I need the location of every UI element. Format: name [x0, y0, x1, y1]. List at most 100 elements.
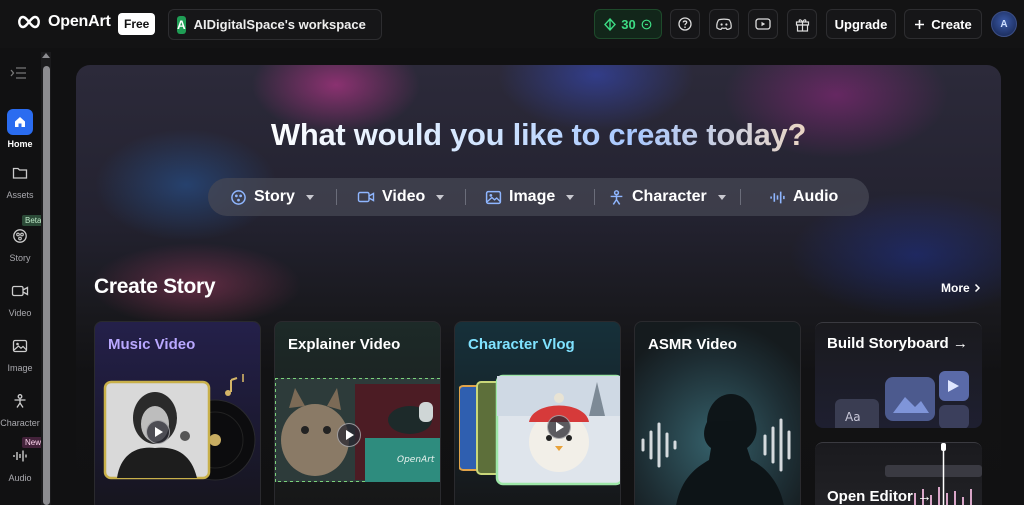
image-icon: [7, 333, 33, 359]
creation-type-bar: Story Video Image Character Audio: [208, 178, 869, 216]
story-card-asmr-video[interactable]: ASMR Video: [634, 321, 801, 505]
collapse-menu-icon: [10, 67, 26, 79]
credits-count: 30: [621, 16, 636, 32]
caret-down-icon: [436, 194, 445, 200]
asmr-video-thumbnail: [641, 394, 791, 505]
plan-badge: Free: [118, 13, 156, 35]
sidebar-item-label: Image: [7, 363, 33, 373]
credit-coin-icon: [641, 19, 652, 29]
type-character-label: Character: [632, 188, 707, 205]
discord-icon: [716, 18, 732, 30]
caret-down-icon: [717, 194, 726, 200]
music-video-thumbnail: [103, 374, 256, 481]
sidebar-item-label: Audio: [8, 473, 32, 483]
home-icon: [7, 109, 33, 135]
hero-title: What would you like to create today?: [76, 117, 1001, 153]
sidebar-item-label: Video: [8, 308, 32, 318]
story-card-explainer-video[interactable]: Explainer Video OpenArt: [274, 321, 441, 505]
more-label: More: [941, 281, 970, 295]
type-story-label: Story: [254, 188, 295, 205]
type-video-label: Video: [382, 188, 426, 205]
openart-watermark: OpenArt: [397, 455, 435, 465]
character-icon: [7, 388, 33, 414]
sidebar-item-assets[interactable]: Assets: [0, 160, 40, 200]
brand-name: OpenArt: [48, 13, 111, 30]
type-image-label: Image: [509, 188, 556, 205]
storyboard-thumbnail: Aa: [835, 371, 969, 428]
type-image-dropdown[interactable]: Image: [485, 178, 575, 216]
type-character-dropdown[interactable]: Character: [608, 178, 726, 216]
help-button[interactable]: [670, 9, 700, 39]
card-title: Music Video: [108, 336, 196, 353]
divider: [740, 189, 741, 205]
type-video-dropdown[interactable]: Video: [357, 178, 445, 216]
sidebar-item-audio[interactable]: Audio: [0, 443, 40, 483]
gift-button[interactable]: [787, 9, 817, 39]
type-audio-label: Audio: [793, 188, 839, 205]
sidebar-item-story[interactable]: Story: [0, 223, 40, 263]
story-icon: [231, 189, 246, 205]
left-sidebar: Home Assets Story Video Image Character: [0, 48, 46, 505]
sidebar-collapse-button[interactable]: [10, 66, 28, 85]
sidebar-item-video[interactable]: Video: [0, 278, 40, 318]
card-title: Explainer Video: [288, 336, 401, 353]
workspace-name: AIDigitalSpace's workspace: [193, 17, 366, 32]
divider: [465, 189, 466, 205]
workspace-selector[interactable]: A AIDigitalSpace's workspace: [168, 9, 382, 40]
sidebar-item-label: Assets: [6, 190, 34, 200]
caret-down-icon: [566, 194, 575, 200]
divider: [594, 189, 595, 205]
story-icon: [7, 223, 33, 249]
workspace-avatar: A: [177, 15, 186, 34]
section-title: Create Story: [94, 275, 216, 298]
build-storyboard-card[interactable]: Aa Build Storyboard →: [815, 322, 982, 428]
youtube-icon: [755, 18, 771, 30]
video-icon: [357, 191, 375, 203]
user-avatar[interactable]: A: [991, 11, 1017, 37]
play-icon[interactable]: [146, 420, 170, 444]
create-button[interactable]: Create: [904, 9, 982, 39]
chevron-right-icon: [974, 283, 980, 293]
image-icon: [485, 190, 502, 204]
aa-text-icon: Aa: [845, 410, 861, 424]
plus-icon: [915, 19, 925, 29]
upgrade-button[interactable]: Upgrade: [826, 9, 896, 39]
sidebar-item-home[interactable]: Home: [0, 109, 40, 149]
character-vlog-thumbnail: [459, 374, 620, 486]
video-icon: [7, 278, 33, 304]
sidebar-item-label: Home: [7, 139, 33, 149]
open-editor-card[interactable]: Open Editor →: [815, 442, 982, 505]
card-title: ASMR Video: [648, 336, 737, 353]
gift-icon: [795, 18, 809, 32]
type-story-dropdown[interactable]: Story: [230, 178, 314, 216]
play-icon[interactable]: [337, 423, 361, 447]
top-bar: OpenArt Free A AIDigitalSpace's workspac…: [0, 0, 1024, 48]
build-storyboard-label: Build Storyboard →: [827, 335, 968, 352]
story-card-character-vlog[interactable]: Character Vlog: [454, 321, 621, 505]
create-label: Create: [931, 16, 972, 32]
help-icon: [678, 17, 692, 31]
character-icon: [610, 189, 623, 205]
play-icon[interactable]: [547, 415, 571, 439]
sidebar-item-image[interactable]: Image: [0, 333, 40, 373]
caret-down-icon: [305, 194, 314, 200]
sidebar-scrollbar-thumb[interactable]: [43, 66, 50, 505]
open-editor-label: Open Editor →: [827, 488, 932, 505]
sidebar-item-label: Character: [0, 418, 40, 428]
discord-button[interactable]: [709, 9, 739, 39]
infinity-logo-icon: [18, 15, 40, 29]
youtube-button[interactable]: [748, 9, 778, 39]
scroll-up-arrow-icon[interactable]: [42, 53, 50, 58]
credits-button[interactable]: 30: [594, 9, 662, 39]
folder-icon: [7, 160, 33, 186]
audio-icon: [770, 191, 785, 203]
sidebar-item-label: Story: [9, 253, 31, 263]
openart-logo[interactable]: OpenArt: [16, 13, 111, 31]
type-audio-button[interactable]: Audio: [769, 178, 838, 216]
more-link[interactable]: More: [941, 281, 981, 295]
sidebar-item-character[interactable]: Character: [0, 388, 40, 428]
card-title: Character Vlog: [468, 336, 575, 353]
hero-panel: What would you like to create today? Sto…: [76, 65, 1001, 505]
story-card-music-video[interactable]: Music Video: [94, 321, 261, 505]
divider: [336, 189, 337, 205]
